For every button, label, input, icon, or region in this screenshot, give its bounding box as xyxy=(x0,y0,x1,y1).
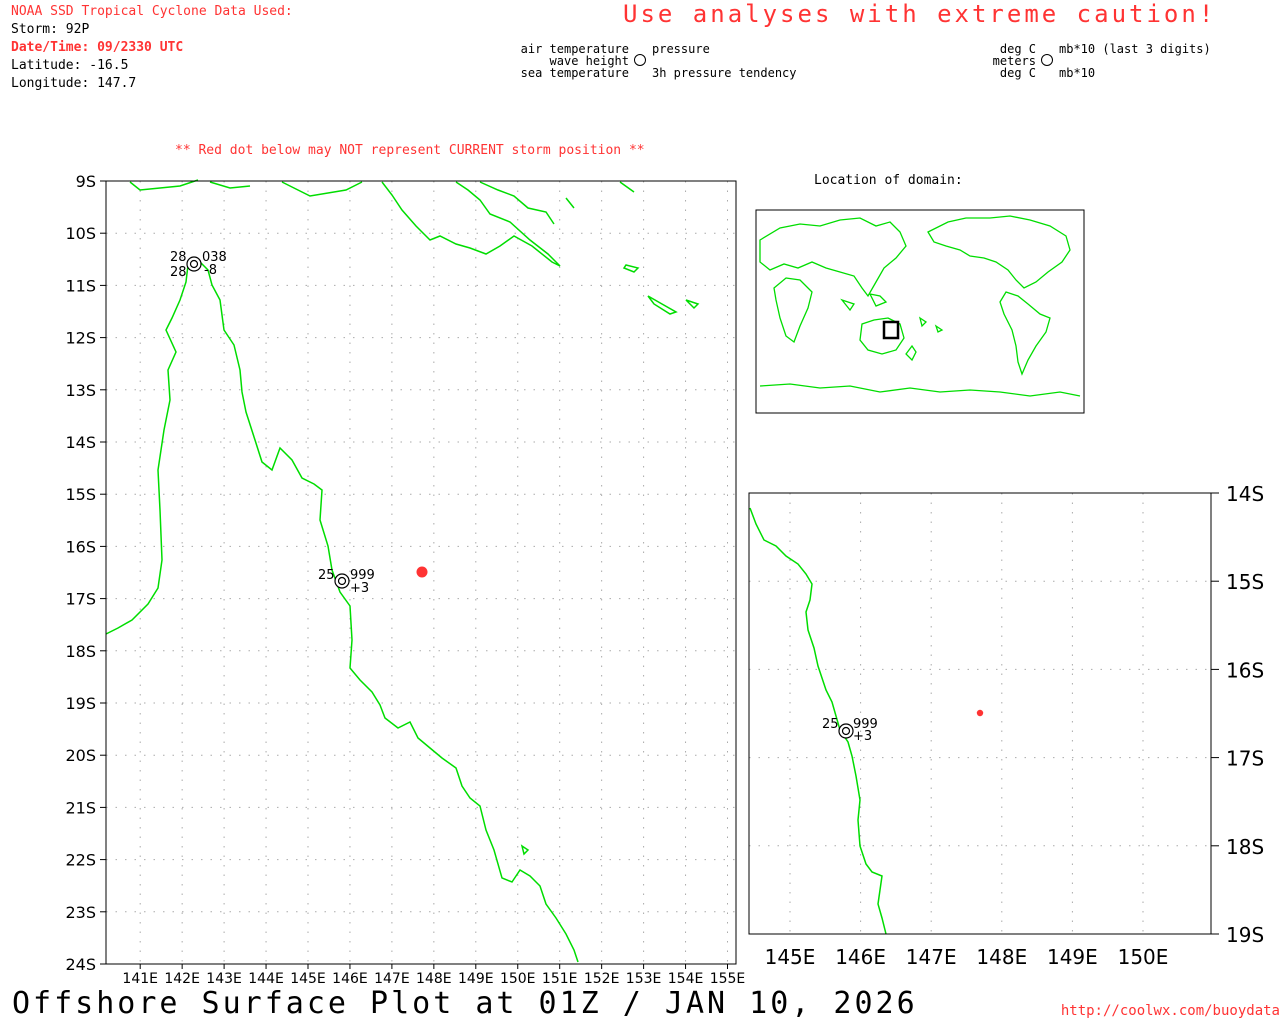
main-lat-label: 17S xyxy=(65,590,96,609)
main-coastline-queensland xyxy=(105,257,579,963)
main-lon-label: 143E xyxy=(206,971,242,987)
main-lon-label: 151E xyxy=(542,971,578,987)
main-lon-label: 148E xyxy=(416,971,452,987)
inset-lon-label: 149E xyxy=(1047,945,1098,969)
inset-lat-label: 19S xyxy=(1226,923,1264,947)
storm-position-dot xyxy=(416,566,428,578)
inset-lat-label: 18S xyxy=(1226,835,1264,859)
inset-lon-label: 146E xyxy=(835,945,886,969)
main-lat-label: 14S xyxy=(65,433,96,452)
main-lat-label: 21S xyxy=(65,798,96,817)
main-lon-label: 147E xyxy=(374,971,410,987)
main-lat-label: 10S xyxy=(65,224,96,243)
main-coastline-islands xyxy=(520,264,700,856)
inset-map-grid xyxy=(749,492,1219,935)
station1-sea-temp: 28 xyxy=(170,265,187,280)
main-map: 9S 10S 11S 12S 13S 14S 15S 16S 17S 18S 19S 20S 21S 22… xyxy=(65,172,1264,987)
station2-air-temp: 25 xyxy=(318,568,335,583)
main-lat-label: 23S xyxy=(65,903,96,922)
station-marker-icon xyxy=(334,573,350,589)
source-url-link[interactable]: http://coolwx.com/buoydata xyxy=(1061,1003,1280,1019)
main-lon-label: 154E xyxy=(668,971,704,987)
inset-station-air-temp: 25 xyxy=(822,717,839,732)
main-map-lat-labels: 9S 10S 11S 12S 13S 14S 15S 16S 17S 18S 19S 20S 21S 22… xyxy=(65,172,96,974)
main-lat-label: 24S xyxy=(65,955,96,974)
main-lon-label: 149E xyxy=(458,971,494,987)
inset-lat-label: 15S xyxy=(1226,570,1264,594)
inset-lon-label: 148E xyxy=(976,945,1027,969)
main-lat-label: 16S xyxy=(65,537,96,556)
main-lat-label: 11S xyxy=(65,276,96,295)
inset-lat-label: 17S xyxy=(1226,747,1264,771)
main-lon-label: 146E xyxy=(332,971,368,987)
inset-lat-label: 16S xyxy=(1226,658,1264,682)
inset-storm-position-dot xyxy=(976,709,984,717)
main-lat-label: 20S xyxy=(65,746,96,765)
main-lon-label: 142E xyxy=(164,971,200,987)
main-lat-label: 22S xyxy=(65,851,96,870)
main-lat-label: 12S xyxy=(65,329,96,348)
main-lat-label: 9S xyxy=(76,172,96,191)
main-lat-label: 18S xyxy=(65,642,96,661)
main-map-lon-labels: 141E 142E 143E 144E 145E 146E 147E 148E 149E 150E… xyxy=(122,971,745,987)
main-lon-label: 152E xyxy=(584,971,620,987)
main-lon-label: 145E xyxy=(290,971,326,987)
main-lon-label: 153E xyxy=(626,971,662,987)
main-lon-label: 155E xyxy=(710,971,746,987)
station-marker-icon xyxy=(186,256,202,272)
inset-lon-label: 150E xyxy=(1118,945,1169,969)
station1-air-temp: 28 xyxy=(170,250,187,265)
inset-map-lon-labels: 145E 146E 147E 148E 149E 150E xyxy=(765,945,1169,969)
main-lon-label: 144E xyxy=(248,971,284,987)
inset-map-lat-labels: 14S 15S 16S 17S 18S 19S xyxy=(1226,482,1264,947)
world-locator-frame xyxy=(755,209,1085,414)
inset-station-tendency: +3 xyxy=(853,729,872,744)
station2-tendency: +3 xyxy=(350,581,369,596)
plot-title: Offshore Surface Plot at 01Z / JAN 10, 2… xyxy=(12,986,918,1021)
main-lon-label: 150E xyxy=(500,971,536,987)
inset-lon-label: 147E xyxy=(906,945,957,969)
inset-lon-label: 145E xyxy=(765,945,816,969)
main-lon-label: 141E xyxy=(122,971,158,987)
main-lat-label: 15S xyxy=(65,485,96,504)
station1-tendency: -8 xyxy=(204,263,217,278)
inset-station-marker-icon xyxy=(838,723,854,739)
main-lat-label: 13S xyxy=(65,381,96,400)
main-lat-label: 19S xyxy=(65,694,96,713)
inset-lat-label: 14S xyxy=(1226,482,1264,506)
